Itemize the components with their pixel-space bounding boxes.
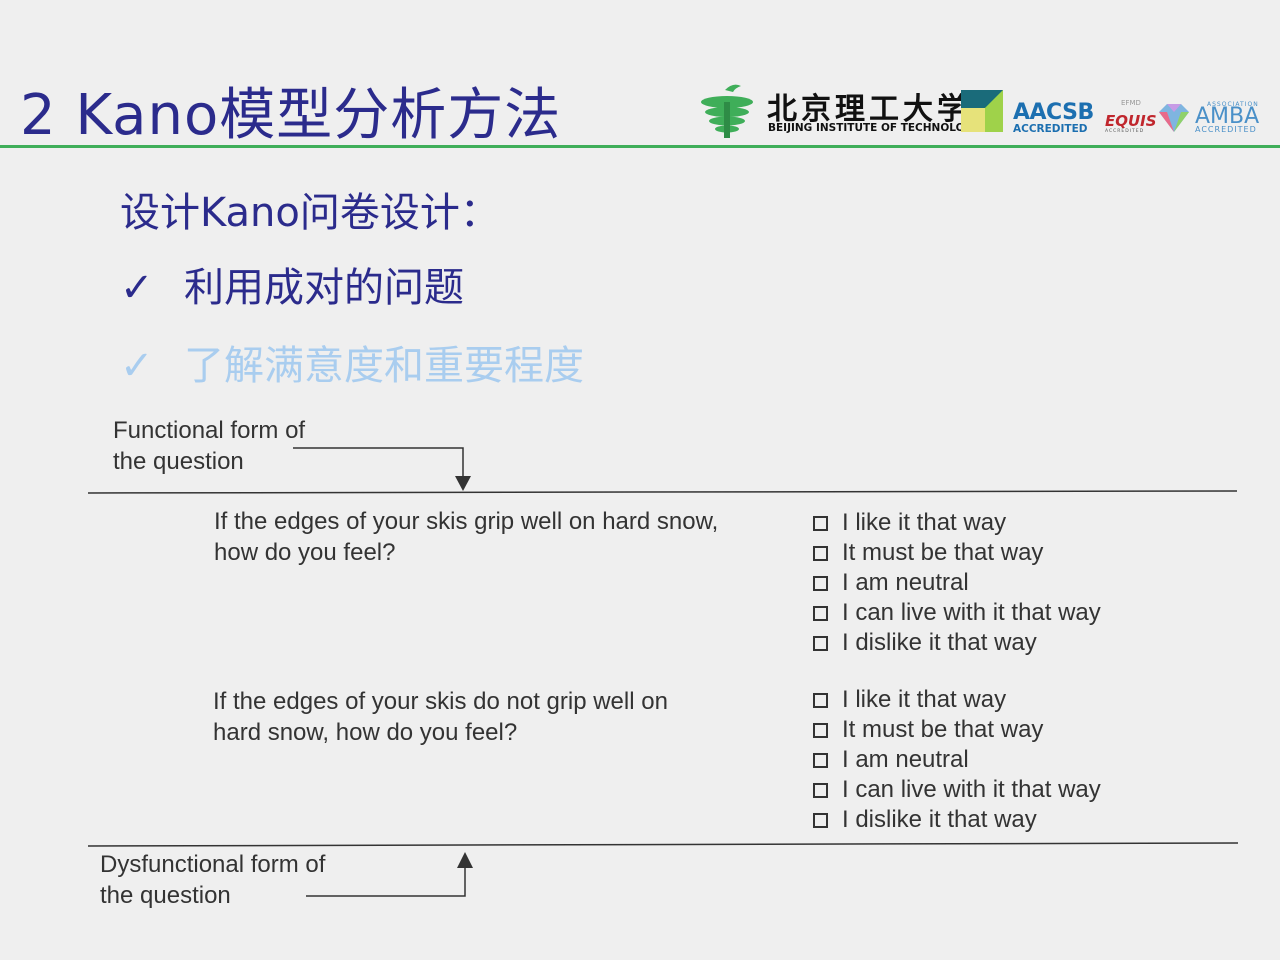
checkbox-icon[interactable] — [813, 782, 828, 798]
dysfunctional-label: Dysfunctional form of the question — [100, 849, 325, 911]
dysfunctional-label-line: Dysfunctional form of — [100, 851, 326, 878]
arrow-up-icon — [457, 852, 473, 868]
option-item[interactable]: I dislike it that way — [813, 805, 1101, 835]
option-label: I can live with it that way — [842, 776, 1101, 803]
option-item[interactable]: I dislike it that way — [813, 628, 1101, 658]
option-item[interactable]: I am neutral — [813, 745, 1101, 775]
option-label: I like it that way — [842, 686, 1007, 713]
functional-label: Functional form of the question — [113, 415, 305, 477]
option-label: It must be that way — [842, 539, 1044, 566]
option-label: I like it that way — [842, 509, 1007, 536]
dysfunctional-question: If the edges of your skis do not grip we… — [213, 686, 668, 748]
option-item[interactable]: I can live with it that way — [813, 775, 1101, 805]
checkbox-icon[interactable] — [813, 605, 828, 621]
checkbox-icon[interactable] — [813, 692, 828, 708]
question-line: If the edges of your skis grip well on h… — [214, 508, 719, 535]
option-label: I am neutral — [842, 746, 969, 773]
question-line: how do you feel? — [214, 539, 396, 566]
checkbox-icon[interactable] — [813, 722, 828, 738]
question-line: If the edges of your skis do not grip we… — [213, 688, 668, 715]
option-item[interactable]: I can live with it that way — [813, 598, 1101, 628]
checkbox-icon[interactable] — [813, 752, 828, 768]
option-label: I am neutral — [842, 569, 969, 596]
option-label: It must be that way — [842, 716, 1044, 743]
arrow-down-icon — [455, 476, 471, 491]
functional-question: If the edges of your skis grip well on h… — [214, 506, 718, 568]
option-label: I dislike it that way — [842, 806, 1037, 833]
checkbox-icon[interactable] — [813, 545, 828, 561]
checkbox-icon[interactable] — [813, 635, 828, 651]
option-item[interactable]: It must be that way — [813, 538, 1101, 568]
functional-options: I like it that way It must be that way I… — [813, 508, 1101, 658]
checkbox-icon[interactable] — [813, 812, 828, 828]
option-item[interactable]: I like it that way — [813, 685, 1101, 715]
option-item[interactable]: I like it that way — [813, 508, 1101, 538]
functional-label-line: the question — [113, 448, 244, 475]
question-line: hard snow, how do you feel? — [213, 719, 518, 746]
checkbox-icon[interactable] — [813, 515, 828, 531]
option-label: I dislike it that way — [842, 629, 1037, 656]
option-item[interactable]: I am neutral — [813, 568, 1101, 598]
dysfunctional-options: I like it that way It must be that way I… — [813, 685, 1101, 835]
dysfunctional-label-line: the question — [100, 882, 231, 909]
checkbox-icon[interactable] — [813, 575, 828, 591]
option-item[interactable]: It must be that way — [813, 715, 1101, 745]
option-label: I can live with it that way — [842, 599, 1101, 626]
functional-label-line: Functional form of — [113, 417, 306, 444]
